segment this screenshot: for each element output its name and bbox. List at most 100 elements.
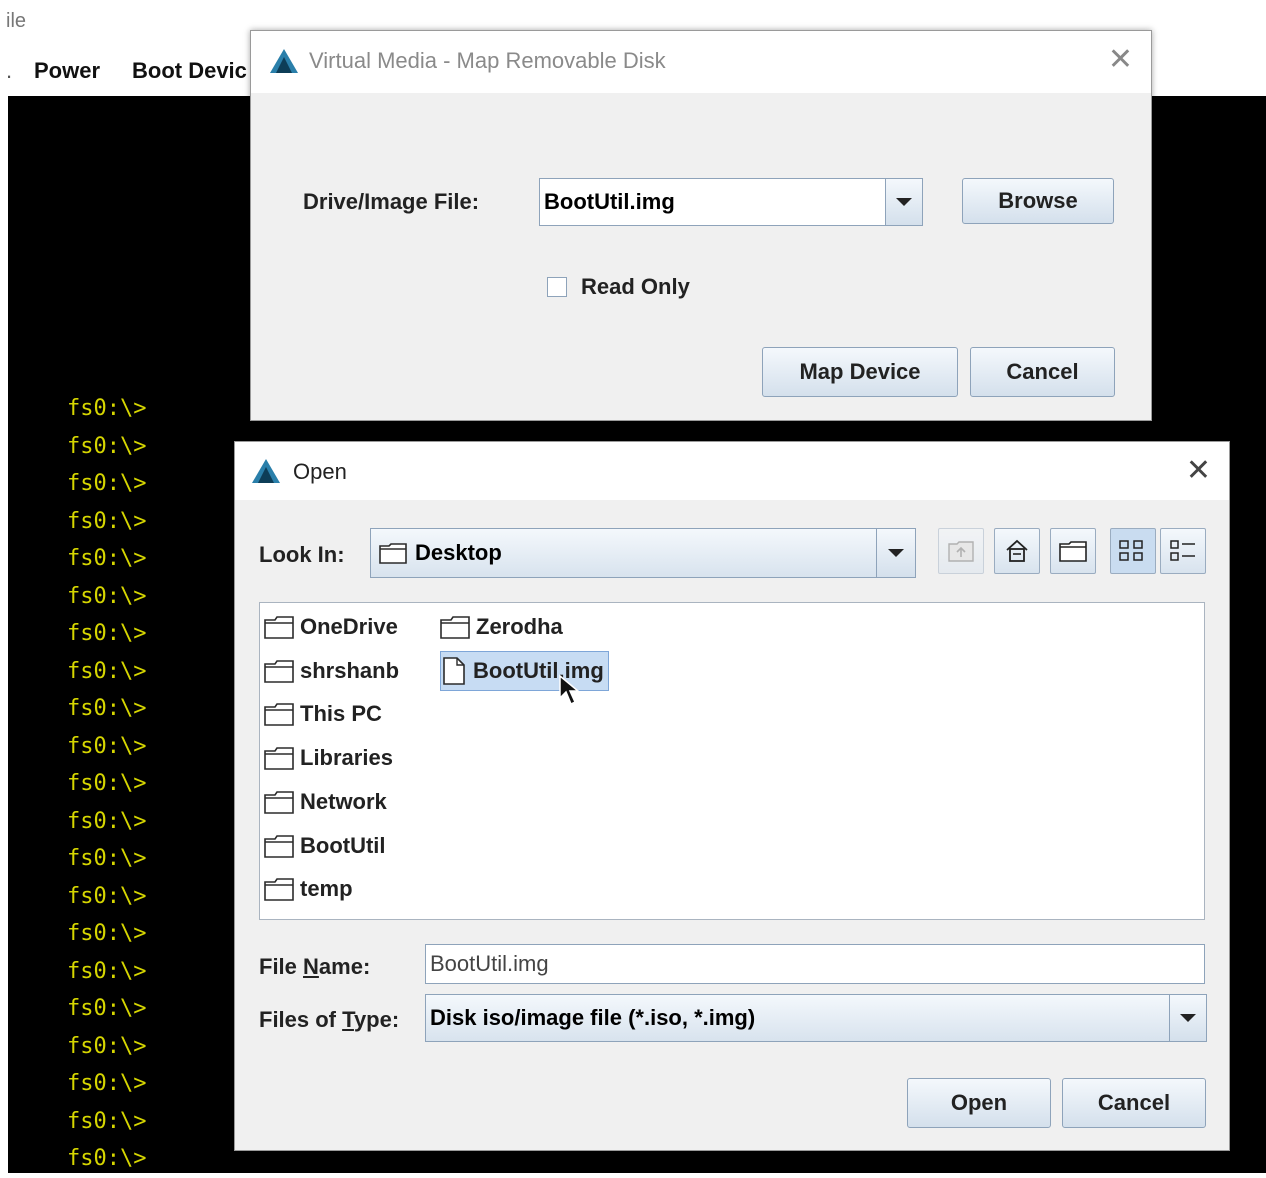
new-folder-icon <box>1059 541 1087 562</box>
file-name-value: BootUtil.img <box>430 951 549 976</box>
file-list-pane[interactable]: OneDrive shrshanb This PC Libraries Network B… <box>259 602 1205 920</box>
file-list-item-label: OneDrive <box>300 614 398 639</box>
file-list-item-folder[interactable]: temp <box>264 869 353 909</box>
file-list-item-folder[interactable]: BootUtil <box>264 826 386 866</box>
console-prompt-line: fs0:\> <box>67 958 147 984</box>
drive-image-label: Drive/Image File: <box>303 189 480 214</box>
look-in-combo[interactable]: Desktop <box>370 528 878 578</box>
console-prompt-line: fs0:\> <box>67 1033 147 1059</box>
folder-icon <box>264 790 294 814</box>
app-title-fragment: ile <box>6 10 27 32</box>
files-of-type-dropdown-button[interactable] <box>1169 994 1207 1042</box>
folder-icon <box>440 616 470 639</box>
new-folder-button[interactable] <box>1050 528 1096 574</box>
console-prompt-line: fs0:\> <box>67 583 147 609</box>
console-prompt-line: fs0:\> <box>67 696 147 721</box>
list-view-button[interactable] <box>1110 528 1156 574</box>
folder-icon <box>264 616 294 639</box>
map-dialog-title: Virtual Media - Map Removable Disk <box>309 48 666 73</box>
list-view-icon <box>1119 540 1143 561</box>
folder-icon <box>264 703 294 727</box>
drive-image-combo[interactable]: BootUtil.img <box>539 178 887 226</box>
file-list-item-label: shrshanb <box>300 657 400 683</box>
look-in-dropdown-button[interactable] <box>876 528 916 578</box>
file-list-item-label: BootUtil.img <box>473 657 604 683</box>
console-prompt-line: fs0:\> <box>67 1108 147 1134</box>
console-prompt-line: fs0:\> <box>67 433 147 459</box>
browse-button[interactable]: Browse <box>962 178 1114 224</box>
file-list-item-folder[interactable]: Zerodha <box>440 607 563 647</box>
folder-icon <box>264 878 294 901</box>
look-in-value: Desktop <box>415 540 502 565</box>
file-list-item-file[interactable]: BootUtil.img <box>440 650 609 691</box>
console-prompt-line: fs0:\> <box>67 808 147 834</box>
drive-image-value: BootUtil.img <box>544 189 675 214</box>
map-dialog-titlebar[interactable]: Virtual Media - Map Removable Disk ✕ <box>251 31 1151 93</box>
folder-icon <box>264 834 294 858</box>
look-in-label: Look In: <box>259 542 345 567</box>
map-disk-dialog: Virtual Media - Map Removable Disk ✕ Dri… <box>250 30 1152 421</box>
console-prompt-line: fs0:\> <box>67 921 147 946</box>
open-file-dialog: Open ✕ Look In: Desktop OneDrive shrshanb… <box>234 441 1230 1151</box>
open-cancel-button[interactable]: Cancel <box>1062 1078 1206 1128</box>
menu-separator: . <box>6 58 13 83</box>
file-list-item-folder[interactable]: OneDrive <box>264 607 398 647</box>
console-prompt-list: fs0:\> fs0:\> fs0:\> fs0:\> fs0:\> fs0:\> fs0:… <box>67 390 146 1178</box>
console-prompt-line: fs0:\> <box>67 396 147 421</box>
file-list-item-folder[interactable]: Network <box>264 782 387 822</box>
files-of-type-combo[interactable]: Disk iso/image file (*.iso, *.img) <box>425 994 1171 1042</box>
chevron-down-icon <box>896 198 912 206</box>
mouse-cursor-icon <box>559 674 581 706</box>
drive-image-dropdown-button[interactable] <box>885 178 923 226</box>
file-list-item-label: Zerodha <box>476 614 563 639</box>
console-prompt-line: fs0:\> <box>67 883 147 909</box>
console-prompt-line: fs0:\> <box>67 546 147 571</box>
console-prompt-line: fs0:\> <box>67 846 147 871</box>
folder-icon <box>264 747 294 770</box>
file-list-item-label: This PC <box>300 701 382 727</box>
console-prompt-line: fs0:\> <box>67 1071 147 1096</box>
file-list-item-folder[interactable]: Libraries <box>264 738 393 778</box>
home-icon <box>1006 539 1028 562</box>
file-name-label: File Name: <box>259 954 371 979</box>
details-view-icon <box>1170 540 1195 561</box>
console-prompt-line: fs0:\> <box>67 621 147 646</box>
chevron-down-icon <box>1180 1014 1196 1022</box>
files-of-type-label: Files of Type: <box>259 1007 400 1032</box>
open-button[interactable]: Open <box>907 1078 1051 1128</box>
map-device-button[interactable]: Map Device <box>762 347 958 397</box>
menu-boot-device[interactable]: Boot Devic <box>132 58 247 84</box>
java-app-icon <box>270 49 298 73</box>
up-one-level-button[interactable] <box>938 528 984 574</box>
console-prompt-line: fs0:\> <box>67 771 147 796</box>
open-dialog-close-icon[interactable]: ✕ <box>1186 456 1211 486</box>
folder-icon <box>264 659 294 683</box>
open-dialog-title: Open <box>293 459 347 484</box>
console-prompt-line: fs0:\> <box>67 658 147 684</box>
file-name-input[interactable]: BootUtil.img <box>425 944 1205 984</box>
console-prompt-line: fs0:\> <box>67 508 147 534</box>
file-icon <box>443 656 465 685</box>
chevron-down-icon <box>888 549 904 557</box>
folder-icon <box>379 543 407 564</box>
console-prompt-line: fs0:\> <box>67 996 147 1021</box>
read-only-label[interactable]: Read Only <box>581 274 690 300</box>
details-view-button[interactable] <box>1160 528 1206 574</box>
map-dialog-close-icon[interactable]: ✕ <box>1108 45 1133 75</box>
console-prompt-line: fs0:\> <box>67 471 147 496</box>
read-only-checkbox[interactable] <box>547 277 567 297</box>
home-button[interactable] <box>994 528 1040 574</box>
console-prompt-line: fs0:\> <box>67 733 147 759</box>
file-list-item-folder[interactable]: shrshanb <box>264 651 399 691</box>
console-prompt-line: fs0:\> <box>67 1146 147 1171</box>
file-list-item-label: Network <box>300 788 387 814</box>
file-list-item-label: Libraries <box>300 745 393 771</box>
java-app-icon <box>252 459 280 483</box>
up-one-level-icon <box>948 541 974 562</box>
menu-power[interactable]: Power <box>34 58 100 84</box>
file-list-item-label: temp <box>300 876 353 902</box>
files-of-type-value: Disk iso/image file (*.iso, *.img) <box>430 1005 756 1030</box>
open-dialog-titlebar[interactable]: Open ✕ <box>235 442 1229 500</box>
map-cancel-button[interactable]: Cancel <box>970 347 1115 397</box>
file-list-item-folder[interactable]: This PC <box>264 694 382 734</box>
